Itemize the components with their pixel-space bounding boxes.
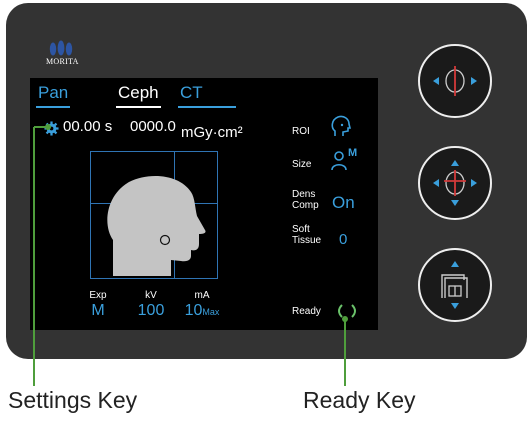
callout-lines <box>33 124 348 386</box>
settings-key-callout: Settings Key <box>8 387 138 413</box>
ready-key-callout: Ready Key <box>303 387 416 413</box>
